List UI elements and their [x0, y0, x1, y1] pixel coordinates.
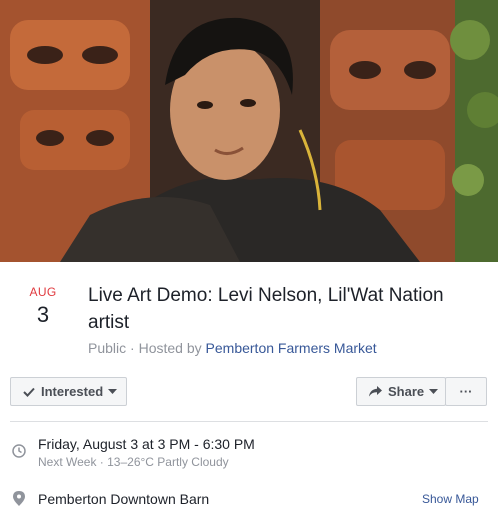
event-visibility: Public [88, 340, 127, 356]
event-month: AUG [29, 285, 57, 299]
interested-label: Interested [41, 384, 104, 399]
section-divider [10, 421, 488, 422]
more-options-button[interactable]: ··· [445, 377, 487, 406]
cover-photo[interactable] [0, 0, 498, 262]
event-date: AUG 3 [24, 285, 62, 328]
caret-down-icon [108, 388, 118, 395]
event-time-subtext: Next Week · 13–26°C Partly Cloudy [38, 455, 229, 469]
show-map-link[interactable]: Show Map [422, 492, 479, 506]
share-label: Share [388, 384, 425, 399]
meta-separator: · [126, 340, 139, 356]
event-meta: Public · Hosted by Pemberton Farmers Mar… [88, 340, 377, 356]
cover-photo-illustration [0, 0, 498, 262]
host-link[interactable]: Pemberton Farmers Market [206, 340, 377, 356]
event-day: 3 [36, 302, 50, 327]
share-arrow-icon [369, 386, 382, 397]
check-icon [23, 387, 35, 397]
caret-down-icon [429, 388, 439, 395]
clock-icon [11, 443, 27, 459]
event-time: Friday, August 3 at 3 PM - 6:30 PM [38, 436, 255, 452]
interested-button[interactable]: Interested [10, 377, 127, 406]
hosted-by-prefix: Hosted by [138, 340, 206, 356]
event-location: Pemberton Downtown Barn [38, 491, 210, 507]
map-pin-icon [11, 490, 27, 506]
event-title: Live Art Demo: Levi Nelson, Lil'Wat Nati… [88, 285, 444, 333]
share-button[interactable]: Share [356, 377, 446, 406]
